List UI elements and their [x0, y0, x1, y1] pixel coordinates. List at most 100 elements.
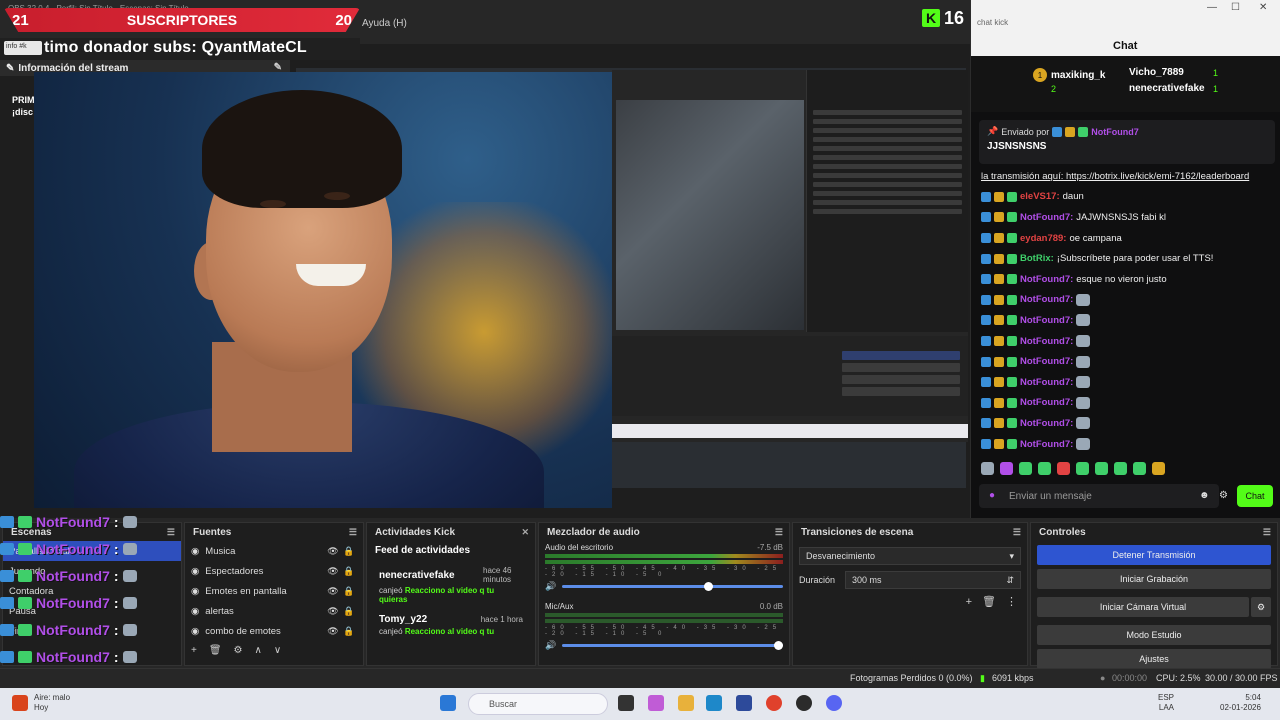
chat-badge-icon: [1007, 294, 1017, 305]
discord-icon[interactable]: [826, 695, 842, 711]
chat-username[interactable]: NotFound7:: [1020, 418, 1073, 429]
move-up-icon[interactable]: ∧: [255, 645, 262, 656]
overlay-emote-icon: [122, 596, 137, 609]
lock-icon[interactable]: 🔒: [341, 626, 357, 637]
chat-message: NotFound7:: [981, 351, 1277, 372]
chat-badge-icon: [994, 274, 1004, 285]
nested-taskbar: [612, 424, 968, 438]
chat-username[interactable]: eydan789:: [1020, 233, 1066, 244]
source-item[interactable]: ◉ Espectadores 👁 🔒: [185, 561, 363, 581]
source-item[interactable]: ◉ Musica 👁 🔒: [185, 541, 363, 561]
start-recording-button[interactable]: Iniciar Grabación: [1037, 569, 1271, 589]
spin-icon[interactable]: ⇵: [1006, 575, 1014, 586]
chat-username[interactable]: NotFound7:: [1020, 377, 1073, 388]
dock-menu-icon[interactable]: ☰: [1263, 527, 1271, 538]
source-item[interactable]: ◉ Emotes en pantalla 👁 🔒: [185, 581, 363, 601]
settings-button[interactable]: Ajustes: [1037, 649, 1271, 669]
gear-icon[interactable]: ⚙: [1251, 597, 1271, 617]
overlay-badge-icon: [0, 515, 14, 528]
lock-icon[interactable]: 🔒: [341, 606, 357, 617]
clock[interactable]: 5:04 02-01-2026: [1220, 693, 1261, 713]
dropped-frames: Fotogramas Perdidos 0 (0.0%): [850, 673, 973, 683]
weather-widget[interactable]: Aire: malo Hoy: [34, 693, 70, 713]
duration-field[interactable]: 300 ms ⇵: [845, 571, 1021, 589]
settings-icon[interactable]: ⚙: [1219, 490, 1228, 501]
speaker-icon[interactable]: 🔊: [545, 640, 556, 651]
chat-send-button[interactable]: Chat: [1237, 485, 1273, 507]
menu-help[interactable]: Ayuda (H): [362, 18, 407, 29]
close-icon[interactable]: ✕: [1259, 2, 1267, 13]
gear-icon[interactable]: ⚙: [234, 645, 243, 656]
taskbar-search[interactable]: Buscar: [468, 693, 608, 715]
visibility-eye-icon[interactable]: 👁: [325, 606, 341, 617]
chat-emote-icon: [1076, 376, 1091, 389]
chat-username[interactable]: NotFound7:: [1020, 397, 1073, 408]
lock-icon[interactable]: 🔒: [341, 586, 357, 597]
trash-icon[interactable]: 🗑: [982, 595, 996, 608]
add-source-icon[interactable]: +: [191, 645, 197, 656]
chat-username[interactable]: NotFound7:: [1020, 274, 1073, 285]
chat-input[interactable]: Enviar un mensaje: [979, 484, 1219, 508]
chat-message: NotFound7:: [981, 290, 1277, 311]
chat-username[interactable]: BotRix:: [1020, 253, 1054, 264]
add-icon[interactable]: +: [966, 596, 972, 608]
chat-username[interactable]: NotFound7:: [1020, 212, 1073, 223]
emoji-icon[interactable]: ☻: [1199, 490, 1210, 501]
source-item[interactable]: ◉ combo de emotes 👁 🔒: [185, 621, 363, 641]
chat-text[interactable]: la transmisión aquí: https://botrix.live…: [981, 171, 1249, 182]
nested-chat: [806, 70, 968, 332]
chat-username[interactable]: NotFound7:: [1020, 336, 1073, 347]
overlay-username: NotFound7: [36, 513, 110, 530]
chat-username[interactable]: NotFound7:: [1020, 315, 1073, 326]
copilot-icon[interactable]: [648, 695, 664, 711]
chat-message: NotFound7: JAJWNSNSJS fabi kl: [981, 207, 1277, 228]
chat-username[interactable]: NotFound7:: [1020, 439, 1073, 450]
chat-text: esque no vieron justo: [1076, 273, 1167, 285]
volume-slider[interactable]: [562, 582, 783, 591]
chat-username[interactable]: NotFound7:: [1020, 294, 1073, 305]
move-down-icon[interactable]: ∨: [274, 645, 281, 656]
chrome-icon[interactable]: [766, 695, 782, 711]
virtual-camera-button[interactable]: Iniciar Cámara Virtual: [1037, 597, 1249, 617]
weather-icon[interactable]: [12, 695, 28, 711]
emote-bar[interactable]: [981, 460, 1277, 476]
microphone-icon[interactable]: ●: [989, 490, 995, 501]
chat-message: eleVS17: daun: [981, 187, 1277, 208]
store-icon[interactable]: [736, 695, 752, 711]
chat-badge-icon: [1007, 336, 1017, 347]
pinned-message[interactable]: 📌 Enviado por NotFound7 JJSNSNSNS: [979, 120, 1275, 164]
task-view-icon[interactable]: [618, 695, 634, 711]
visibility-eye-icon[interactable]: 👁: [325, 626, 341, 637]
transition-select[interactable]: Desvanecimiento ▾: [799, 547, 1021, 565]
source-item[interactable]: ◉ alertas 👁 🔒: [185, 601, 363, 621]
lock-icon[interactable]: 🔒: [341, 566, 357, 577]
more-icon[interactable]: ⋮: [1006, 595, 1017, 608]
stop-stream-button[interactable]: Detener Transmisión: [1037, 545, 1271, 565]
weather-title: Aire: malo: [34, 693, 71, 702]
file-explorer-icon[interactable]: [678, 695, 694, 711]
dock-menu-icon[interactable]: ☰: [1013, 527, 1021, 538]
minimize-icon[interactable]: —: [1207, 2, 1217, 13]
edge-icon[interactable]: [706, 695, 722, 711]
maximize-icon[interactable]: ☐: [1231, 2, 1240, 13]
leaderboard-count: 1: [1213, 84, 1219, 94]
studio-mode-button[interactable]: Modo Estudio: [1037, 625, 1271, 645]
kick-logo-icon: K: [922, 9, 940, 27]
chat-username[interactable]: eleVS17:: [1020, 191, 1060, 202]
close-icon[interactable]: ✕: [521, 527, 529, 538]
audio-meter: [545, 560, 783, 564]
visibility-eye-icon[interactable]: 👁: [325, 586, 341, 597]
visibility-eye-icon[interactable]: 👁: [325, 546, 341, 557]
chat-username[interactable]: NotFound7:: [1020, 356, 1073, 367]
lock-icon[interactable]: 🔒: [341, 546, 357, 557]
obs-icon[interactable]: [796, 695, 812, 711]
dock-menu-icon[interactable]: ☰: [775, 527, 783, 538]
windows-start-icon[interactable]: [440, 695, 456, 711]
trash-icon[interactable]: 🗑: [209, 645, 222, 656]
speaker-icon[interactable]: 🔊: [545, 581, 556, 592]
volume-slider[interactable]: [562, 641, 784, 650]
language-indicator[interactable]: ESP LAA: [1158, 693, 1174, 713]
chat-text: daun: [1062, 191, 1084, 203]
visibility-eye-icon[interactable]: 👁: [325, 566, 341, 577]
dock-menu-icon[interactable]: ☰: [349, 527, 357, 538]
